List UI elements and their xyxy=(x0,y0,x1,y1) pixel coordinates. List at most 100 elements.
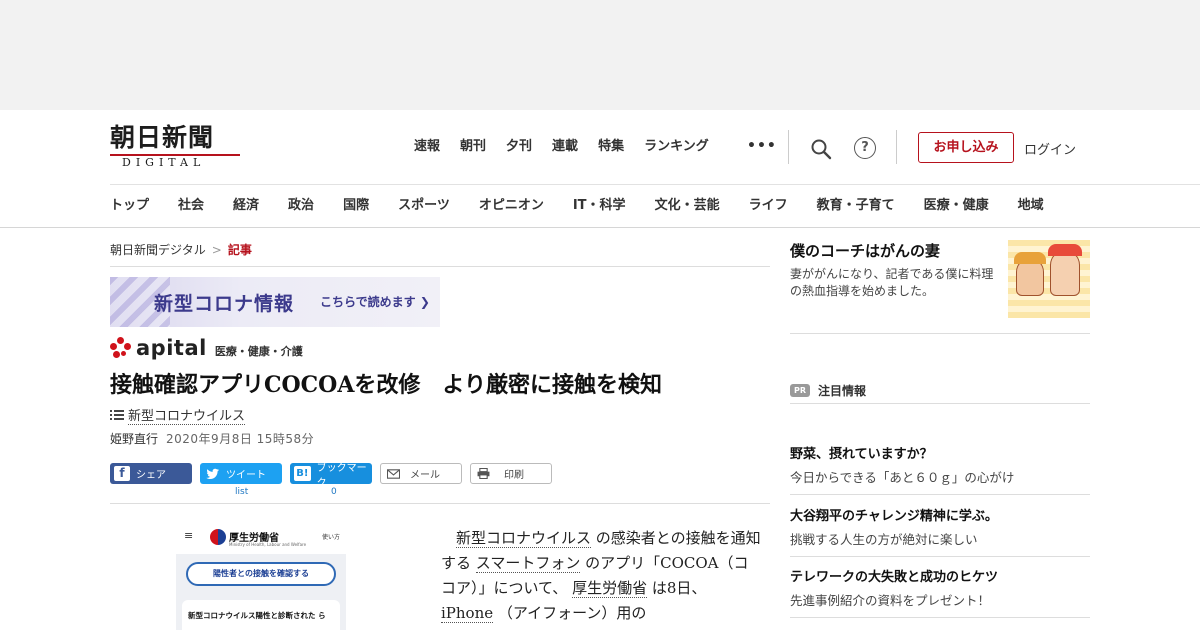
app-check-contact-button: 陽性者との接触を確認する xyxy=(186,562,336,586)
pr-section-title: 注目情報 xyxy=(818,384,867,398)
article-body: 新型コロナウイルス の感染者との接触を通知する スマートフォン のアプリ「COC… xyxy=(441,526,761,626)
login-link[interactable]: ログイン xyxy=(1024,139,1076,158)
breadcrumb-divider xyxy=(110,266,770,267)
header-separator xyxy=(110,184,1200,185)
apital-wordmark: apital xyxy=(136,336,207,360)
top-nav-item[interactable]: ランキング xyxy=(644,138,709,156)
mail-share-button[interactable]: メール xyxy=(380,463,462,484)
top-nav-item[interactable]: 夕刊 xyxy=(506,138,532,156)
site-logo[interactable]: 朝日新聞 DIGITAL xyxy=(110,124,240,170)
category-nav-item[interactable]: 政治 xyxy=(288,197,314,215)
mhlw-logo-icon xyxy=(210,529,226,545)
banner-title: 新型コロナ情報 xyxy=(154,293,295,315)
help-icon[interactable]: ? xyxy=(854,137,876,159)
subscribe-button[interactable]: お申し込み xyxy=(918,132,1014,163)
hatena-bookmark-button[interactable]: B! ブックマーク xyxy=(290,463,372,489)
search-icon[interactable] xyxy=(810,138,832,160)
body-keyword-link[interactable]: 厚生労働省 xyxy=(572,579,648,598)
pr-item[interactable]: テレワークの大失敗と成功のヒケツ 先進事例紹介の資料をプレゼント！ xyxy=(790,569,1090,610)
logo-sub-text: DIGITAL xyxy=(122,156,206,169)
sidebar-divider xyxy=(790,556,1090,557)
top-nav-item[interactable]: 朝刊 xyxy=(460,138,486,156)
breadcrumb-current: 記事 xyxy=(227,243,252,257)
facebook-share-button[interactable]: f シェア xyxy=(110,463,192,484)
article-topic[interactable]: 新型コロナウイルス xyxy=(110,405,246,425)
category-nav-item[interactable]: 国際 xyxy=(343,197,369,215)
apital-tagline: 医療・健康・介護 xyxy=(214,344,303,358)
sidebar-divider xyxy=(790,403,1090,404)
illustration-figure xyxy=(1050,250,1080,296)
top-nav: 速報 朝刊 夕刊 連載 特集 ランキング xyxy=(414,138,729,156)
pr-item[interactable]: 野菜、摂れていますか？ 今日からできる「あと６０ｇ」の心がけ xyxy=(790,446,1090,487)
pr-item-subtitle: 先進事例紹介の資料をプレゼント！ xyxy=(790,593,991,608)
article-divider xyxy=(110,503,770,504)
breadcrumb-separator: > xyxy=(211,243,222,257)
apital-logo-icon xyxy=(110,337,132,359)
category-nav-item[interactable]: スポーツ xyxy=(398,197,450,215)
body-keyword-link[interactable]: スマートフォン xyxy=(475,554,581,573)
twitter-share-label: ツイート xyxy=(226,470,266,481)
illustration-hat xyxy=(1014,252,1046,264)
site-header: 朝日新聞 DIGITAL 速報 朝刊 夕刊 連載 特集 ランキング ••• ? … xyxy=(0,110,1200,228)
author-name: 姫野直行 xyxy=(110,432,159,446)
category-nav-item[interactable]: 社会 xyxy=(178,197,204,215)
promo-description: 妻ががんになり、記者である僕に料理の熱血指導を始めました。 xyxy=(790,267,994,298)
category-nav-item[interactable]: 教育・子育て xyxy=(817,197,895,215)
corona-info-banner[interactable]: 新型コロナ情報 こちらで読めます ❯ xyxy=(110,277,440,327)
breadcrumb-home[interactable]: 朝日新聞デジタル xyxy=(110,243,206,257)
category-nav-item[interactable]: トップ xyxy=(110,197,149,215)
facebook-icon: f xyxy=(114,466,130,481)
print-icon xyxy=(477,468,490,479)
print-label: 印刷 xyxy=(504,470,524,481)
more-menu-icon[interactable]: ••• xyxy=(747,138,777,154)
body-keyword-link[interactable]: iPhone xyxy=(441,604,494,623)
category-nav-item[interactable]: IT・科学 xyxy=(573,197,626,215)
illustration-hat xyxy=(1048,244,1082,256)
topic-link[interactable]: 新型コロナウイルス xyxy=(128,405,246,425)
body-keyword-link[interactable]: 新型コロナウイルス xyxy=(456,529,592,548)
category-nav-item[interactable]: 経済 xyxy=(233,197,259,215)
category-nav-item[interactable]: 地域 xyxy=(1018,197,1044,215)
pr-section-header: PR 注目情報 xyxy=(790,382,866,399)
print-button[interactable]: 印刷 xyxy=(470,463,552,484)
pr-item-title: 大谷翔平のチャレンジ精神に学ぶ。 xyxy=(790,509,998,524)
pr-item-subtitle: 挑戦する人生の方が絶対に楽しい xyxy=(790,532,978,547)
top-nav-item[interactable]: 速報 xyxy=(414,138,440,156)
ad-band xyxy=(0,0,1200,110)
category-nav-item[interactable]: ライフ xyxy=(749,197,788,215)
promo-illustration xyxy=(1008,240,1090,318)
facebook-share-label: シェア xyxy=(136,470,166,481)
pr-item[interactable]: 大谷翔平のチャレンジ精神に学ぶ。 挑戦する人生の方が絶対に楽しい xyxy=(790,508,1090,549)
ministry-name-en: Ministry of Health, Labour and Welfare xyxy=(229,542,307,547)
mail-share-label: メール xyxy=(410,470,440,481)
body-text: は8日、 xyxy=(647,579,707,597)
body-text: （アイフォーン）用の xyxy=(493,604,647,622)
pr-badge: PR xyxy=(790,384,810,397)
category-nav-item[interactable]: オピニオン xyxy=(479,197,544,215)
pr-item-title: 野菜、摂れていますか？ xyxy=(790,447,933,462)
category-nav-item[interactable]: 文化・芸能 xyxy=(655,197,720,215)
breadcrumb: 朝日新聞デジタル > 記事 xyxy=(110,241,252,258)
hatena-count[interactable]: 0 xyxy=(331,487,337,497)
cocoa-app-screenshot[interactable]: ≡ 厚生労働省 Ministry of Health, Labour and W… xyxy=(176,522,346,630)
header-divider xyxy=(788,130,789,164)
top-nav-item[interactable]: 連載 xyxy=(552,138,578,156)
pr-item-title: テレワークの大失敗と成功のヒケツ xyxy=(790,570,999,585)
top-nav-item[interactable]: 特集 xyxy=(598,138,624,156)
twitter-count[interactable]: list xyxy=(235,487,248,497)
article-headline: 接触確認アプリCOCOAを改修 より厳密に接触を検知 xyxy=(110,372,662,398)
sidebar-promo[interactable]: 僕のコーチはがんの妻 妻ががんになり、記者である僕に料理の熱血指導を始めました。 xyxy=(790,240,1090,322)
body-text xyxy=(441,529,456,547)
app-positive-card: 新型コロナウイルス陽性と診断された ら xyxy=(182,600,340,630)
category-nav: トップ 社会 経済 政治 国際 スポーツ オピニオン IT・科学 文化・芸能 ラ… xyxy=(110,197,1044,215)
mail-icon xyxy=(387,468,400,479)
logo-main-text: 朝日新聞 xyxy=(110,123,215,152)
twitter-share-button[interactable]: ツイート xyxy=(200,463,282,484)
apital-brand[interactable]: apital 医療・健康・介護 xyxy=(110,336,303,360)
category-nav-item[interactable]: 医療・健康 xyxy=(924,197,989,215)
hamburger-menu-icon: ≡ xyxy=(184,529,194,542)
header-divider xyxy=(896,130,897,164)
pr-item-subtitle: 今日からできる「あと６０ｇ」の心がけ xyxy=(790,470,1015,485)
list-icon xyxy=(110,410,124,420)
article-byline: 姫野直行 2020年9月8日 15時58分 xyxy=(110,430,314,447)
